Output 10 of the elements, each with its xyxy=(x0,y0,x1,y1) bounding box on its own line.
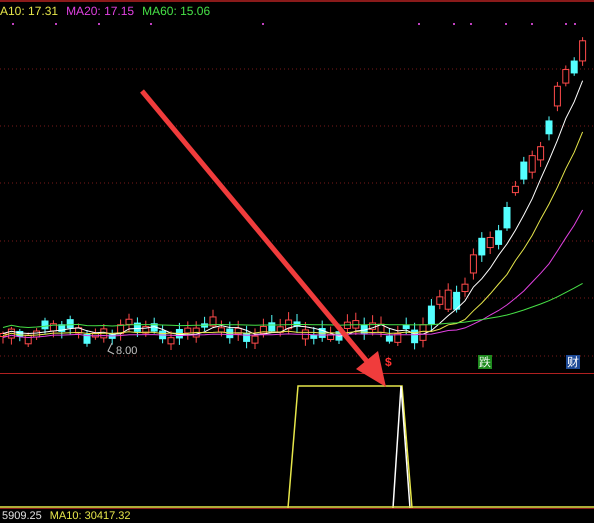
indicator-reading: MA60: 15.06 xyxy=(142,4,210,18)
price-label: 8.00 xyxy=(116,345,138,358)
volume-reading: 5909.25 xyxy=(2,510,42,522)
leader-line xyxy=(107,342,114,355)
signal-tag: 财 xyxy=(566,355,580,370)
indicator-reading: MA20: 17.15 xyxy=(66,4,134,18)
signal-tag: 跌 xyxy=(478,355,492,370)
volume-reading: MA10: 30417.32 xyxy=(50,510,130,522)
indicator-reading: A10: 17.31 xyxy=(0,4,58,18)
signal-mark: $ xyxy=(385,355,392,370)
